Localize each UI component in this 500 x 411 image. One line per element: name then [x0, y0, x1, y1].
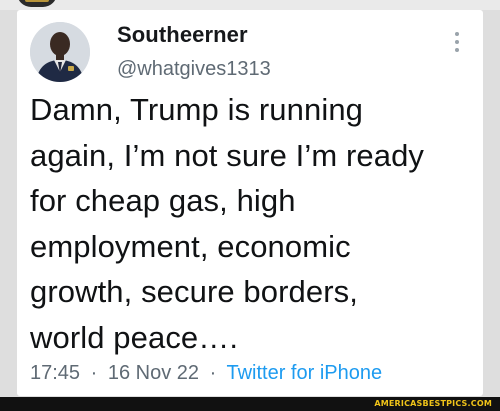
tweet-text: Damn, Trump is running again, I’m not su…	[30, 92, 425, 355]
profile-photo-icon	[30, 22, 90, 82]
tweet-time[interactable]: 17:45	[30, 362, 80, 384]
tweet-date[interactable]: 16 Nov 22	[108, 362, 199, 384]
watermark-text: AMERICASBESTPICS.COM	[374, 399, 492, 408]
tweet-source-link[interactable]: Twitter for iPhone	[226, 362, 382, 384]
top-strip	[0, 0, 500, 10]
tweet-metadata: 17:45 · 16 Nov 22 · Twitter for iPhone	[30, 362, 382, 385]
separator: ·	[209, 362, 217, 384]
display-name[interactable]: Southeerner	[117, 22, 248, 48]
tweet-card: Southeerner @whatgives1313 Damn, Trump i…	[17, 10, 483, 396]
vertical-ellipsis-icon	[455, 32, 459, 36]
vertical-ellipsis-icon	[455, 40, 459, 44]
vertical-ellipsis-icon	[455, 48, 459, 52]
separator: ·	[90, 362, 98, 384]
more-options-button[interactable]	[447, 24, 467, 60]
watermark-bar: AMERICASBESTPICS.COM	[0, 397, 500, 411]
top-cropped-image	[17, 0, 57, 7]
user-handle[interactable]: @whatgives1313	[117, 58, 271, 81]
avatar[interactable]	[30, 22, 90, 82]
